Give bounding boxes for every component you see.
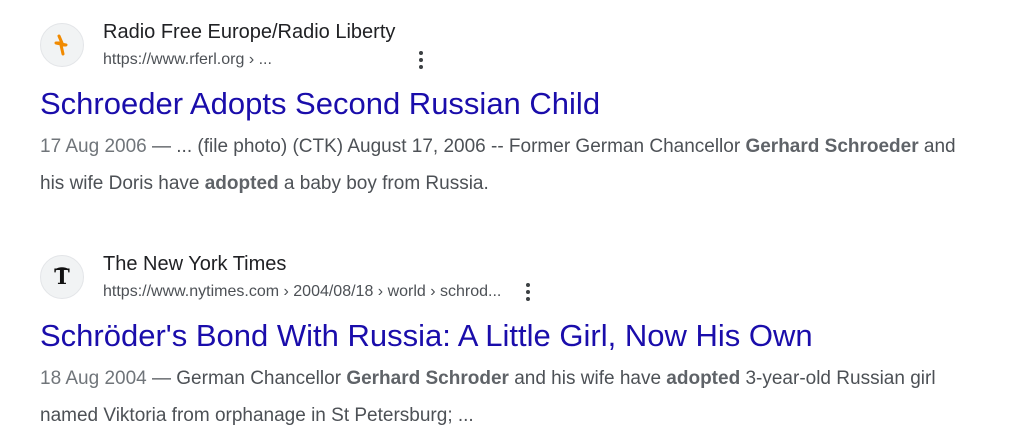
result-source: T The New York Times https://www.nytimes… bbox=[40, 250, 1000, 306]
result-url[interactable]: https://www.rferl.org › ... bbox=[103, 48, 272, 72]
snippet-text: ... (file photo) (CTK) August 17, 2006 -… bbox=[176, 136, 746, 157]
site-name[interactable]: The New York Times bbox=[103, 250, 540, 278]
search-result: Radio Free Europe/Radio Liberty https://… bbox=[40, 18, 1000, 202]
snippet-text: a baby boy from Russia. bbox=[278, 173, 489, 194]
nyt-logo-icon[interactable]: T bbox=[40, 255, 84, 299]
result-url[interactable]: https://www.nytimes.com › 2004/08/18 › w… bbox=[103, 280, 501, 304]
snippet-highlight: adopted bbox=[204, 173, 279, 194]
url-line: https://www.rferl.org › ... bbox=[103, 48, 433, 72]
search-result: T The New York Times https://www.nytimes… bbox=[40, 250, 1000, 434]
snippet-highlight: Gerhard Schroeder bbox=[745, 136, 919, 157]
result-title-link[interactable]: Schroeder Adopts Second Russian Child bbox=[40, 84, 1000, 124]
more-options-icon[interactable] bbox=[409, 48, 433, 72]
snippet-separator: — bbox=[146, 136, 177, 157]
snippet-date: 17 Aug 2006 bbox=[40, 136, 147, 157]
result-source: Radio Free Europe/Radio Liberty https://… bbox=[40, 18, 1000, 74]
snippet-text: German Chancellor bbox=[176, 368, 347, 389]
result-title-link[interactable]: Schröder's Bond With Russia: A Little Gi… bbox=[40, 316, 1000, 356]
source-text[interactable]: Radio Free Europe/Radio Liberty https://… bbox=[103, 18, 433, 72]
result-snippet: 17 Aug 2006 — ... (file photo) (CTK) Aug… bbox=[40, 128, 980, 202]
site-name[interactable]: Radio Free Europe/Radio Liberty bbox=[103, 18, 433, 46]
rferl-logo-icon[interactable] bbox=[40, 23, 84, 67]
result-snippet: 18 Aug 2004 — German Chancellor Gerhard … bbox=[40, 360, 980, 434]
source-text[interactable]: The New York Times https://www.nytimes.c… bbox=[103, 250, 540, 304]
snippet-date: 18 Aug 2004 bbox=[40, 368, 147, 389]
snippet-text: and his wife have bbox=[508, 368, 667, 389]
snippet-highlight: Gerhard Schroder bbox=[346, 368, 509, 389]
more-options-icon[interactable] bbox=[516, 280, 540, 304]
snippet-highlight: adopted bbox=[666, 368, 741, 389]
snippet-separator: — bbox=[146, 368, 177, 389]
url-line: https://www.nytimes.com › 2004/08/18 › w… bbox=[103, 280, 540, 304]
